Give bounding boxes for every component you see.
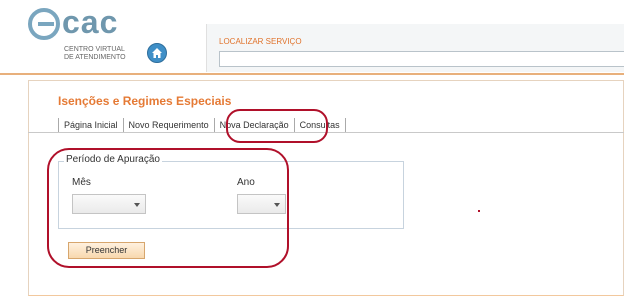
service-search-area: LOCALIZAR SERVIÇO [206, 24, 624, 72]
annotation-circle-form [47, 148, 289, 268]
header: cac CENTRO VIRTUAL DE ATENDIMENTO LOCALI… [0, 0, 624, 74]
logo-subtitle-line1: CENTRO VIRTUAL [64, 46, 125, 53]
search-input[interactable] [219, 51, 624, 67]
home-button[interactable] [147, 43, 167, 63]
search-label: LOCALIZAR SERVIÇO [219, 37, 302, 46]
annotation-circle-tab [226, 109, 328, 143]
logo-subtitle-line2: DE ATENDIMENTO [64, 54, 126, 61]
header-divider [0, 73, 624, 75]
ecac-logo[interactable]: cac CENTRO VIRTUAL DE ATENDIMENTO [28, 4, 148, 66]
tab-novo-requerimento[interactable]: Novo Requerimento [122, 118, 215, 132]
stray-dot [478, 210, 480, 212]
page-title: Isenções e Regimes Especiais [58, 94, 232, 108]
logo-e-icon [28, 8, 60, 40]
logo-text: cac [62, 4, 119, 40]
tab-pagina-inicial[interactable]: Página Inicial [58, 118, 124, 132]
